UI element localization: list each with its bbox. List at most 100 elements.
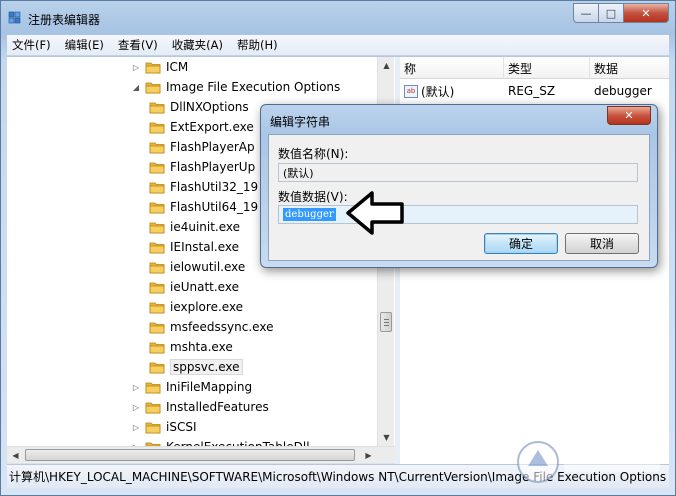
menu-edit[interactable]: 编辑(E) xyxy=(60,37,109,53)
tree-item-label: mshta.exe xyxy=(170,340,233,354)
folder-icon xyxy=(145,61,161,74)
folder-icon xyxy=(149,281,165,294)
tree-item-label: ie4uinit.exe xyxy=(170,220,241,234)
horizontal-scroll-thumb[interactable] xyxy=(25,449,355,461)
maximize-icon: □ xyxy=(605,6,617,20)
scroll-thumb[interactable] xyxy=(380,312,392,332)
scroll-left-arrow-icon[interactable]: ◀ xyxy=(7,447,24,464)
window-title: 注册表编辑器 xyxy=(28,13,101,27)
menu-favorites[interactable]: 收藏夹(A) xyxy=(167,37,228,53)
expand-arrow-icon[interactable]: ▷ xyxy=(131,62,141,72)
tree-item[interactable]: IEInstal.exe xyxy=(149,237,239,257)
expand-arrow-icon[interactable]: ▷ xyxy=(131,422,141,432)
value-name-label: 数值名称(N): xyxy=(278,147,349,161)
folder-icon xyxy=(149,301,165,314)
minimize-button[interactable]: — xyxy=(573,3,599,23)
tree-item-label: msfeedssync.exe xyxy=(170,320,274,334)
ok-button[interactable]: 确定 xyxy=(484,233,558,254)
tree-item[interactable]: ie4uinit.exe xyxy=(149,217,240,237)
tree-item[interactable]: FlashUtil64_19 xyxy=(149,197,258,217)
close-icon: ✕ xyxy=(624,109,634,122)
folder-icon xyxy=(149,261,165,274)
tree-item-label: sppsvc.exe xyxy=(170,359,243,375)
tree-item[interactable]: ▷ iSCSI xyxy=(131,417,197,437)
regedit-app-icon xyxy=(8,10,22,24)
tree-item-label: Image File Execution Options xyxy=(166,80,341,94)
folder-icon xyxy=(149,201,165,214)
scroll-up-arrow-icon[interactable]: ▲ xyxy=(378,57,395,74)
tree-item[interactable]: FlashPlayerAp xyxy=(149,137,255,157)
tree-item[interactable]: ieUnatt.exe xyxy=(149,277,239,297)
tree-item[interactable]: ▷ InstalledFeatures xyxy=(131,397,269,417)
menu-file[interactable]: 文件(F) xyxy=(7,37,56,53)
scroll-down-arrow-icon[interactable]: ▼ xyxy=(378,429,395,446)
tree-horizontal-scrollbar[interactable]: ◀ ▶ xyxy=(7,446,395,463)
tree-item-label: FlashPlayerUp xyxy=(170,160,256,174)
tree-item[interactable]: FlashPlayerUp xyxy=(149,157,255,177)
folder-icon xyxy=(145,401,161,414)
menu-view[interactable]: 查看(V) xyxy=(113,37,163,53)
column-header-name[interactable]: 称 xyxy=(400,57,504,79)
column-header-data[interactable]: 数据 xyxy=(590,57,669,79)
folder-icon xyxy=(149,141,165,154)
collapse-arrow-icon[interactable]: ◢ xyxy=(131,82,141,92)
value-name: (默认) xyxy=(421,84,455,99)
value-data-selected-text: debugger xyxy=(283,208,336,221)
edit-string-dialog: 编辑字符串 ✕ 数值名称(N): (默认) 数值数据(V): debugger … xyxy=(260,104,658,268)
grip-line xyxy=(384,322,389,323)
site-watermark-logo xyxy=(517,441,660,483)
tree-item[interactable]: mshta.exe xyxy=(149,337,233,357)
tree-item[interactable]: ielowutil.exe xyxy=(149,257,245,277)
tree-item-label: ielowutil.exe xyxy=(170,260,246,274)
tree-item-label: InstalledFeatures xyxy=(166,400,269,414)
grip-line xyxy=(384,325,389,326)
tree-item[interactable]: ExtExport.exe xyxy=(149,117,254,137)
scroll-right-arrow-icon[interactable]: ▶ xyxy=(360,447,377,464)
value-data-input[interactable]: debugger xyxy=(278,205,638,224)
folder-icon xyxy=(149,121,165,134)
folder-icon xyxy=(145,421,161,434)
cancel-button[interactable]: 取消 xyxy=(565,233,639,254)
title-bar[interactable]: 注册表编辑器 — □ ✕ xyxy=(1,1,675,33)
value-name-field: (默认) xyxy=(278,163,638,182)
folder-icon xyxy=(149,241,165,254)
close-icon: ✕ xyxy=(641,6,651,20)
dialog-close-button[interactable]: ✕ xyxy=(607,106,651,125)
dialog-body: 数值名称(N): (默认) 数值数据(V): debugger 确定 取消 xyxy=(268,134,650,261)
folder-icon xyxy=(145,81,161,94)
tree-item[interactable]: iexplore.exe xyxy=(149,297,243,317)
tree-item[interactable]: sppsvc.exe xyxy=(149,357,243,377)
tree-item-label: FlashPlayerAp xyxy=(170,140,255,154)
list-header: 称 类型 数据 xyxy=(400,57,669,79)
tree-item-label: ICM xyxy=(166,60,189,74)
column-header-type[interactable]: 类型 xyxy=(504,57,590,79)
expand-arrow-icon[interactable]: ▷ xyxy=(131,402,141,412)
close-button[interactable]: ✕ xyxy=(623,3,669,23)
tree-item[interactable]: ▷ IniFileMapping xyxy=(131,377,252,397)
list-row[interactable]: ab (默认) REG_SZ debugger xyxy=(400,81,669,101)
caption-buttons: — □ ✕ xyxy=(573,3,669,23)
folder-icon xyxy=(149,221,165,234)
annotation-arrow-icon xyxy=(346,191,404,235)
tree-item-label: iSCSI xyxy=(166,420,197,434)
tree-item-label: iexplore.exe xyxy=(170,300,244,314)
tree-item[interactable]: ▷KernelExecutionTableDll xyxy=(131,437,310,446)
value-name-text: (默认) xyxy=(283,166,314,180)
grip-line xyxy=(384,319,389,320)
expand-arrow-icon[interactable]: ▷ xyxy=(131,382,141,392)
maximize-button[interactable]: □ xyxy=(598,3,624,23)
folder-icon xyxy=(149,181,165,194)
dialog-title: 编辑字符串 xyxy=(270,115,331,129)
menu-help[interactable]: 帮助(H) xyxy=(232,37,283,53)
minimize-icon: — xyxy=(580,6,592,20)
tree-item[interactable]: msfeedssync.exe xyxy=(149,317,273,337)
tree-item-label: DllNXOptions xyxy=(170,100,249,114)
folder-icon xyxy=(149,361,165,374)
folder-icon xyxy=(145,381,161,394)
tree-item-label: IEInstal.exe xyxy=(170,240,240,254)
tree-item[interactable]: FlashUtil32_19 xyxy=(149,177,258,197)
folder-icon xyxy=(149,321,165,334)
tree-item[interactable]: ◢ Image File Execution Options xyxy=(131,77,340,97)
tree-item[interactable]: ▷ ICM xyxy=(131,57,188,77)
tree-item[interactable]: DllNXOptions xyxy=(149,97,249,117)
